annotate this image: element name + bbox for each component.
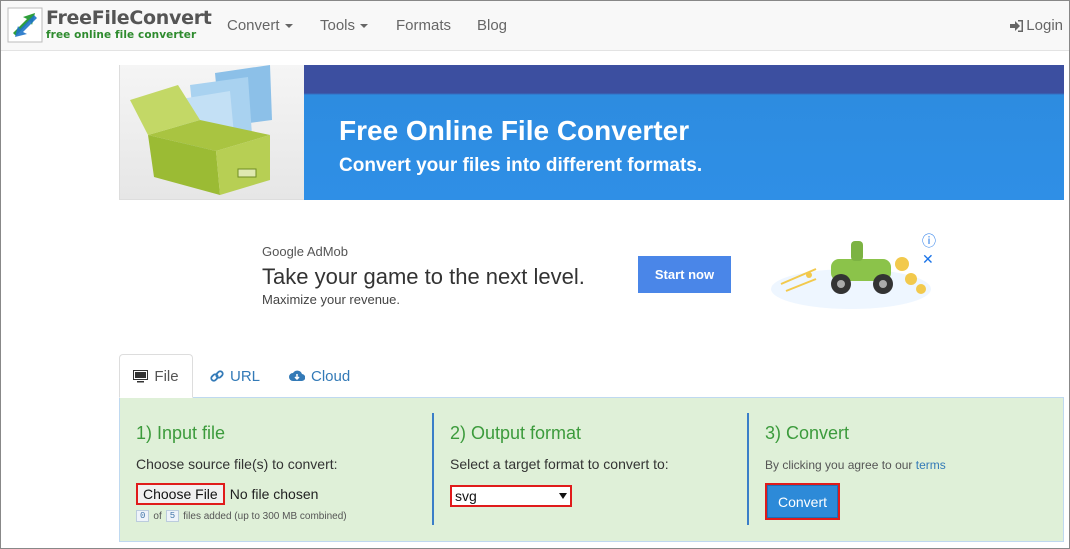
hero-banner: Free Online File Converter Convert your …: [119, 65, 1064, 200]
tab-cloud-label: Cloud: [311, 367, 351, 385]
tab-url-label: URL: [230, 367, 261, 385]
ad-brand: Google AdMob: [262, 244, 349, 259]
hero-title: Free Online File Converter: [339, 115, 690, 146]
login-icon: [1010, 19, 1024, 32]
choose-file-button[interactable]: Choose File: [136, 483, 225, 505]
step-input-file: 1) Input file Choose source file(s) to c…: [120, 398, 433, 543]
terms-agreement: By clicking you agree to our terms: [765, 458, 946, 472]
nav-convert-label: Convert: [227, 17, 280, 34]
step-input-desc: Choose source file(s) to convert:: [136, 456, 338, 472]
step-input-title: 1) Input file: [136, 423, 226, 443]
browser-viewport: FreeFileConvert free online file convert…: [0, 0, 1070, 549]
tab-file-label: File: [154, 367, 179, 385]
step-output-title: 2) Output format: [450, 423, 582, 443]
tab-cloud[interactable]: Cloud: [289, 354, 350, 398]
nav-formats[interactable]: Formats: [396, 17, 451, 34]
conversion-panel: 1) Input file Choose source file(s) to c…: [119, 397, 1064, 542]
step-output-format: 2) Output format Select a target format …: [434, 398, 747, 543]
terms-link[interactable]: terms: [916, 458, 946, 472]
monitor-icon: [133, 369, 149, 383]
step-convert-title: 3) Convert: [765, 423, 850, 443]
login-label: Login: [1026, 17, 1063, 34]
caret-down-icon: [360, 24, 369, 29]
convert-button[interactable]: Convert: [765, 483, 840, 520]
nav-convert[interactable]: Convert: [227, 17, 293, 34]
ad-close-icon[interactable]: ⓘ ✕: [922, 231, 951, 268]
count-of-label: of: [153, 510, 162, 522]
link-icon: [210, 369, 224, 383]
select-arrow-icon: [559, 493, 567, 499]
tab-url[interactable]: URL: [210, 354, 260, 398]
login-link[interactable]: Login: [1010, 17, 1063, 34]
nav-blog-label: Blog: [477, 17, 508, 34]
nav-tools[interactable]: Tools: [320, 17, 369, 34]
caret-down-icon: [284, 24, 293, 29]
file-picker[interactable]: Choose File No file chosen: [136, 483, 318, 505]
logo-arrows-icon: [7, 7, 43, 43]
ad-race-car-image: [761, 229, 941, 319]
ad-headline: Take your game to the next level.: [262, 264, 585, 289]
files-max-count: 5: [165, 510, 180, 522]
files-added-count: 0: [136, 510, 150, 522]
advertisement[interactable]: Google AdMob Take your game to the next …: [251, 229, 951, 319]
output-format-value: svg: [455, 488, 477, 504]
tab-file[interactable]: File: [119, 354, 193, 398]
ad-subtext: Maximize your revenue.: [262, 292, 400, 307]
hero-subtitle: Convert your files into different format…: [339, 155, 703, 176]
logo-subtitle: free online file converter: [46, 29, 197, 42]
nav-blog[interactable]: Blog: [477, 17, 507, 34]
hero-box-image: [119, 65, 304, 200]
file-count: 0 of 5 files added (up to 300 MB combine…: [136, 510, 347, 522]
site-logo[interactable]: FreeFileConvert free online file convert…: [7, 7, 212, 43]
ad-start-button[interactable]: Start now: [638, 256, 731, 293]
no-file-status: No file chosen: [229, 486, 319, 502]
step-convert: 3) Convert By clicking you agree to our …: [749, 398, 1063, 543]
top-navbar: FreeFileConvert free online file convert…: [1, 1, 1069, 51]
step-output-desc: Select a target format to convert to:: [450, 456, 669, 472]
nav-formats-label: Formats: [396, 17, 452, 34]
cloud-download-icon: [289, 370, 305, 382]
agree-text: By clicking you agree to our: [765, 458, 913, 472]
logo-title: FreeFileConvert: [46, 7, 212, 30]
nav-tools-label: Tools: [320, 17, 356, 34]
output-format-select[interactable]: svg: [450, 485, 572, 507]
files-added-note: files added (up to 300 MB combined): [183, 510, 347, 522]
